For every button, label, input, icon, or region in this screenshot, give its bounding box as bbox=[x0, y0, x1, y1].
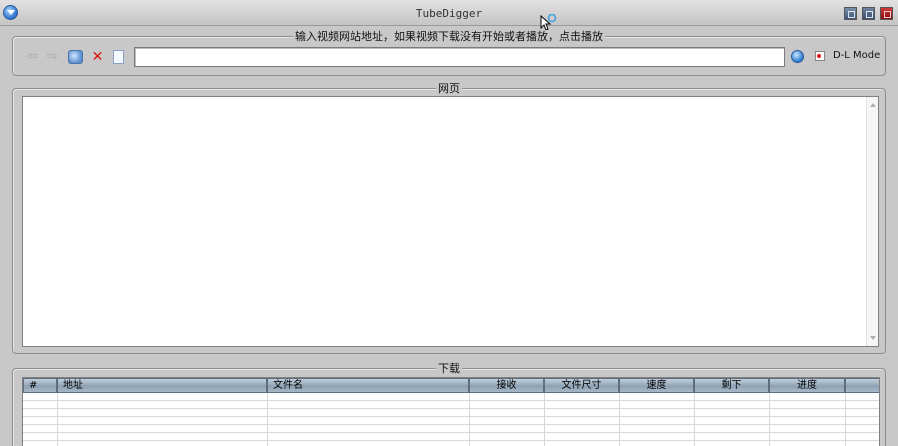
close-button[interactable] bbox=[880, 7, 893, 20]
column-divider bbox=[845, 393, 846, 446]
forward-arrow-icon[interactable]: ⇨ bbox=[45, 50, 60, 64]
column-divider bbox=[57, 393, 58, 446]
table-row bbox=[23, 425, 879, 433]
column-header-remaining[interactable]: 剩下 bbox=[694, 378, 769, 393]
column-header-filename[interactable]: 文件名 bbox=[267, 378, 469, 393]
web-view[interactable] bbox=[22, 96, 879, 347]
stop-icon[interactable]: ✕ bbox=[90, 50, 105, 64]
refresh-icon[interactable] bbox=[68, 50, 83, 64]
table-row bbox=[23, 441, 879, 446]
title-bar: TubeDigger bbox=[0, 0, 898, 26]
window-title: TubeDigger bbox=[415, 7, 483, 20]
table-row bbox=[23, 433, 879, 441]
column-divider bbox=[619, 393, 620, 446]
column-header-index[interactable]: # bbox=[23, 378, 57, 393]
column-divider bbox=[544, 393, 545, 446]
column-divider bbox=[694, 393, 695, 446]
download-group: 下载 # 地址 文件名 接收 文件尺寸 速度 剩下 进度 bbox=[12, 362, 886, 446]
column-header-address[interactable]: 地址 bbox=[57, 378, 267, 393]
back-arrow-icon[interactable]: ⇦ bbox=[25, 50, 40, 64]
minimize-button[interactable] bbox=[844, 7, 857, 20]
download-group-title: 下载 bbox=[436, 362, 462, 375]
column-header-received[interactable]: 接收 bbox=[469, 378, 544, 393]
vertical-scrollbar[interactable] bbox=[866, 97, 878, 346]
table-row bbox=[23, 409, 879, 417]
webpage-group-title: 网页 bbox=[436, 82, 462, 95]
blank-page-icon[interactable] bbox=[113, 50, 124, 64]
table-row bbox=[23, 393, 879, 401]
dl-mode-button[interactable]: D-L Mode bbox=[833, 50, 880, 61]
url-group-title: 输入视频网站地址，如果视频下载没有开始或者播放，点击播放 bbox=[293, 30, 605, 43]
download-table-header: # 地址 文件名 接收 文件尺寸 速度 剩下 进度 bbox=[23, 378, 879, 393]
column-header-extra[interactable] bbox=[845, 378, 879, 393]
table-row bbox=[23, 401, 879, 409]
webpage-group: 网页 bbox=[12, 82, 886, 354]
url-input[interactable] bbox=[134, 47, 785, 67]
table-row bbox=[23, 417, 879, 425]
scroll-up-icon[interactable] bbox=[870, 103, 876, 107]
column-header-speed[interactable]: 速度 bbox=[619, 378, 694, 393]
column-divider bbox=[469, 393, 470, 446]
url-group: 输入视频网站地址，如果视频下载没有开始或者播放，点击播放 ⇦ ⇨ ✕ D-L M… bbox=[12, 30, 886, 76]
column-divider bbox=[267, 393, 268, 446]
maximize-button[interactable] bbox=[862, 7, 875, 20]
column-divider bbox=[769, 393, 770, 446]
download-table[interactable]: # 地址 文件名 接收 文件尺寸 速度 剩下 进度 bbox=[22, 377, 880, 446]
scroll-down-icon[interactable] bbox=[870, 336, 876, 340]
column-header-progress[interactable]: 进度 bbox=[769, 378, 845, 393]
record-icon[interactable] bbox=[815, 51, 825, 61]
column-header-filesize[interactable]: 文件尺寸 bbox=[544, 378, 619, 393]
go-icon[interactable] bbox=[791, 50, 804, 63]
